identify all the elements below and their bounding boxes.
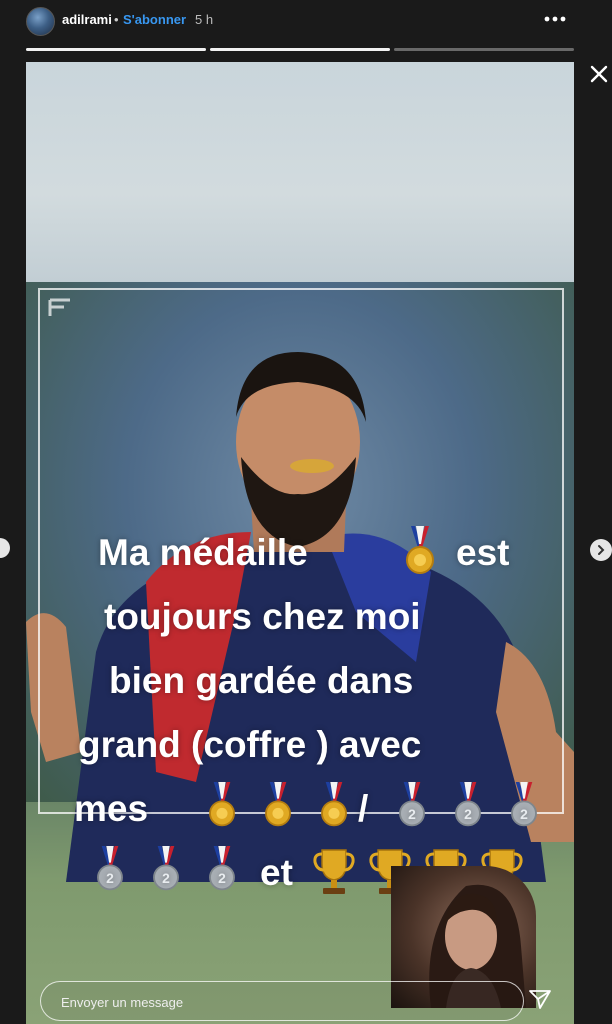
silver-medal-icon: 2: [511, 782, 537, 827]
close-icon[interactable]: [588, 63, 610, 85]
caption-line: toujours chez moi: [104, 596, 421, 637]
svg-text:2: 2: [162, 870, 170, 886]
caption-line: Ma médaille: [98, 532, 308, 573]
silver-medal-icon: 2: [97, 846, 123, 891]
progress-segment: [210, 48, 390, 51]
message-input[interactable]: [59, 991, 503, 1013]
timestamp: 5 h: [195, 12, 214, 27]
silver-medal-icon: 2: [399, 782, 425, 827]
gold-medal-icon: [406, 526, 434, 574]
silver-medal-icon: 2: [209, 846, 235, 891]
previous-story-button[interactable]: [0, 538, 10, 558]
caption-separator: /: [358, 788, 369, 829]
story-progress: [26, 48, 574, 51]
story-header: adilrami • S'abonner 5 h: [0, 0, 612, 60]
separator: •: [114, 12, 119, 27]
silver-medal-icon: 2: [153, 846, 179, 891]
progress-segment: [26, 48, 206, 51]
username[interactable]: adilrami: [62, 12, 112, 27]
send-icon[interactable]: [528, 988, 552, 1010]
svg-text:2: 2: [106, 870, 114, 886]
gold-medal-icon: [265, 782, 291, 827]
trophy-icon: [313, 849, 355, 894]
caption-line: mes: [74, 788, 149, 829]
avatar[interactable]: [26, 7, 55, 36]
story-content[interactable]: Ma médaille est toujours chez moi bien g…: [26, 62, 574, 1024]
caption-line: et: [260, 852, 293, 893]
logo-icon: [48, 298, 70, 316]
caption-line: est: [456, 532, 510, 573]
svg-text:2: 2: [218, 870, 226, 886]
chevron-right-icon: [598, 545, 605, 555]
next-story-button[interactable]: [590, 539, 612, 561]
caption-line: grand (coffre ) avec: [78, 724, 422, 765]
gold-medal-icon: [209, 782, 235, 827]
caption-line: bien gardée dans: [109, 660, 414, 701]
message-composer[interactable]: [40, 981, 524, 1021]
gold-medal-icon: [321, 782, 347, 827]
sky-background: [26, 62, 574, 282]
svg-text:2: 2: [408, 806, 416, 822]
svg-text:2: 2: [464, 806, 472, 822]
svg-text:2: 2: [520, 806, 528, 822]
follow-button[interactable]: S'abonner: [123, 12, 186, 27]
silver-medal-icon: 2: [455, 782, 481, 827]
progress-segment: [394, 48, 574, 51]
more-icon[interactable]: [543, 10, 567, 28]
